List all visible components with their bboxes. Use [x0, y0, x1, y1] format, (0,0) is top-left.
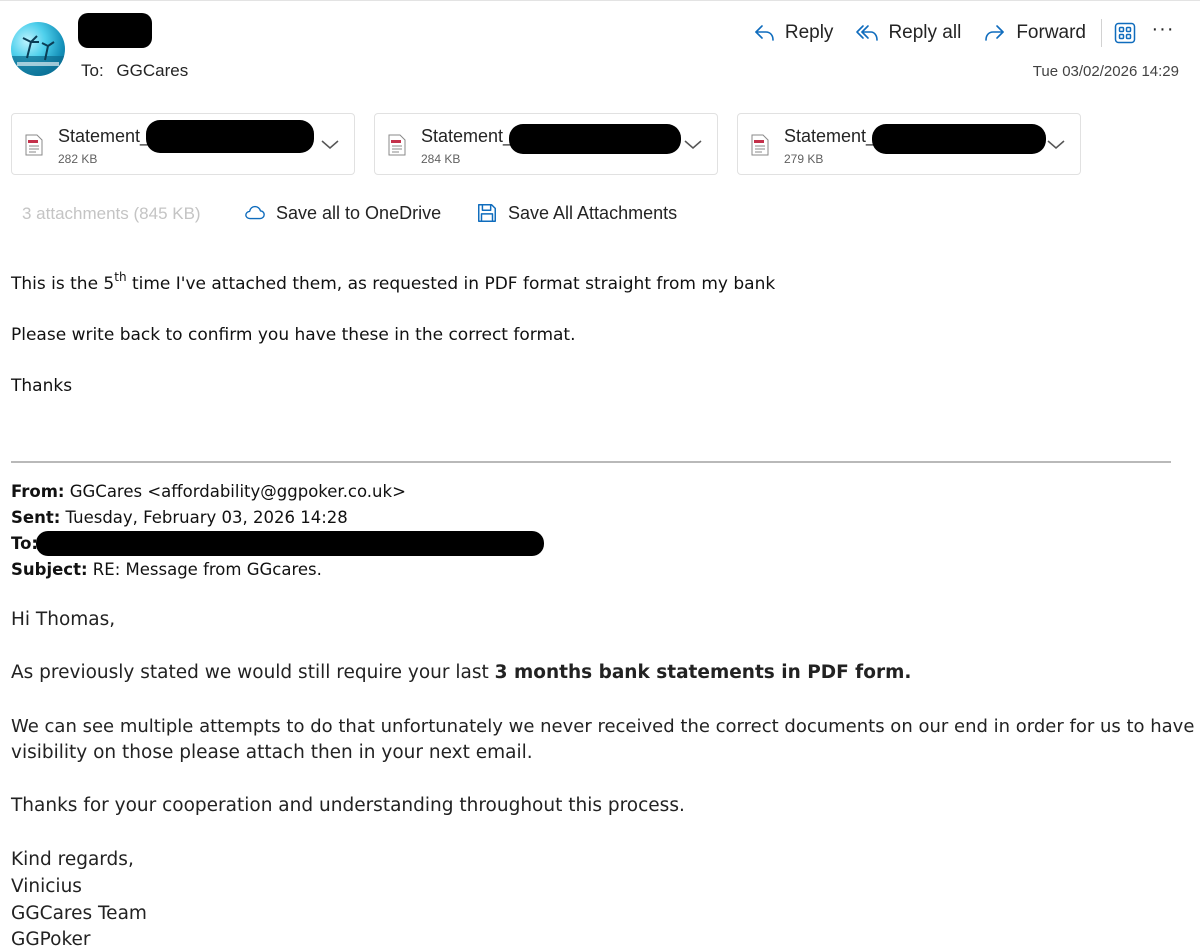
- sender-avatar[interactable]: [11, 22, 65, 76]
- save-to-onedrive-label: Save all to OneDrive: [276, 202, 442, 223]
- body-line-1: This is the 5th time I've attached them,…: [11, 271, 776, 294]
- apps-icon: [1114, 22, 1136, 44]
- to-line: To: GGCares: [81, 61, 188, 81]
- quoted-from-label: From:: [11, 482, 65, 501]
- more-actions-button[interactable]: ···: [1144, 18, 1182, 48]
- body-line-2: Please write back to confirm you have th…: [11, 325, 576, 345]
- signature-line-2: Vinicius: [11, 876, 82, 897]
- top-border: [0, 0, 1200, 1]
- quoted-subject-label: Subject:: [11, 560, 88, 579]
- quoted-sent-value: Tuesday, February 03, 2026 14:28: [60, 508, 348, 527]
- more-icon: ···: [1151, 18, 1175, 40]
- chevron-down-icon[interactable]: [683, 136, 703, 152]
- cloud-icon: [245, 205, 265, 220]
- attachment-name-redacted: [872, 124, 1046, 154]
- pdf-file-icon: [751, 134, 769, 156]
- body-line-3: Thanks: [11, 376, 73, 396]
- forward-label: Forward: [1016, 22, 1086, 43]
- attachment-name-redacted: [146, 120, 314, 153]
- quoted-paragraph-2-line-1: We can see multiple attempts to do that …: [11, 716, 1195, 737]
- message-date: Tue 03/02/2026 14:29: [1032, 63, 1179, 80]
- quoted-paragraph-1-bold: 3 months bank statements in PDF form.: [494, 662, 912, 683]
- quoted-greeting: Hi Thomas,: [11, 609, 116, 630]
- quoted-subject-value: RE: Message from GGcares.: [87, 560, 322, 579]
- save-all-attachments-label: Save All Attachments: [508, 202, 678, 223]
- sender-name-redacted: [78, 13, 152, 48]
- quoted-paragraph-3: Thanks for your cooperation and understa…: [11, 795, 685, 816]
- save-to-onedrive-button[interactable]: Save all to OneDrive: [244, 202, 441, 224]
- forward-icon: [985, 25, 1005, 41]
- reply-icon: [755, 25, 774, 41]
- save-floppy-icon: [478, 204, 496, 222]
- quoted-paragraph-2-line-2: visibility on those please attach then i…: [11, 742, 533, 763]
- attachment-size: 282 KB: [58, 152, 98, 166]
- attachment-card-3[interactable]: Statement_ 279 KB: [737, 113, 1081, 175]
- attachment-name: Statement_: [421, 126, 514, 146]
- attachment-size: 279 KB: [784, 152, 824, 166]
- chevron-down-icon[interactable]: [1046, 136, 1066, 152]
- pdf-file-icon: [25, 134, 43, 156]
- attachment-card-2[interactable]: Statement_ 284 KB: [374, 113, 718, 175]
- signature-line-1: Kind regards,: [11, 849, 134, 870]
- apps-button[interactable]: [1106, 18, 1144, 48]
- attachment-card-1[interactable]: Statement_ 282 KB: [11, 113, 355, 175]
- body-line-1-start: This is the 5: [11, 274, 115, 294]
- quoted-to-redacted: [36, 531, 544, 556]
- quoted-paragraph-1: As previously stated we would still requ…: [11, 662, 911, 683]
- attachments-summary: 3 attachments (845 KB): [22, 204, 201, 223]
- quoted-sent: Sent: Tuesday, February 03, 2026 14:28: [11, 508, 348, 527]
- quoted-from-value: GGCares <affordability@ggpoker.co.uk>: [64, 482, 406, 501]
- pdf-file-icon: [388, 134, 406, 156]
- forward-button[interactable]: Forward: [972, 18, 1097, 48]
- body-line-1-superscript: th: [114, 270, 127, 284]
- save-all-attachments-button[interactable]: Save All Attachments: [476, 202, 677, 224]
- reply-all-button[interactable]: Reply all: [844, 18, 972, 48]
- signature-line-3: GGCares Team: [11, 903, 147, 924]
- reply-label: Reply: [784, 22, 834, 43]
- actions-divider: [1101, 19, 1102, 47]
- attachment-name: Statement_: [58, 126, 151, 146]
- reply-all-label: Reply all: [888, 22, 962, 43]
- to-label: To:: [81, 61, 104, 80]
- quoted-paragraph-1-text: As previously stated we would still requ…: [11, 662, 495, 683]
- attachment-name-redacted: [509, 124, 681, 154]
- attachment-name: Statement_: [784, 126, 877, 146]
- reply-button[interactable]: Reply: [741, 18, 845, 48]
- quoted-sent-label: Sent:: [11, 508, 61, 527]
- quoted-to: To:: [11, 534, 38, 553]
- attachment-size: 284 KB: [421, 152, 461, 166]
- quoted-subject: Subject: RE: Message from GGcares.: [11, 560, 322, 579]
- body-line-1-end: time I've attached them, as requested in…: [126, 274, 776, 294]
- signature-line-4: GGPoker: [11, 929, 91, 950]
- quoted-from: From: GGCares <affordability@ggpoker.co.…: [11, 482, 406, 501]
- quoted-divider: [11, 461, 1171, 463]
- message-actions: Reply Reply all Forward ···: [741, 18, 1182, 48]
- reply-all-icon: [856, 25, 879, 41]
- chevron-down-icon[interactable]: [320, 136, 340, 152]
- quoted-to-label: To:: [11, 534, 38, 553]
- to-recipient[interactable]: GGCares: [116, 61, 188, 80]
